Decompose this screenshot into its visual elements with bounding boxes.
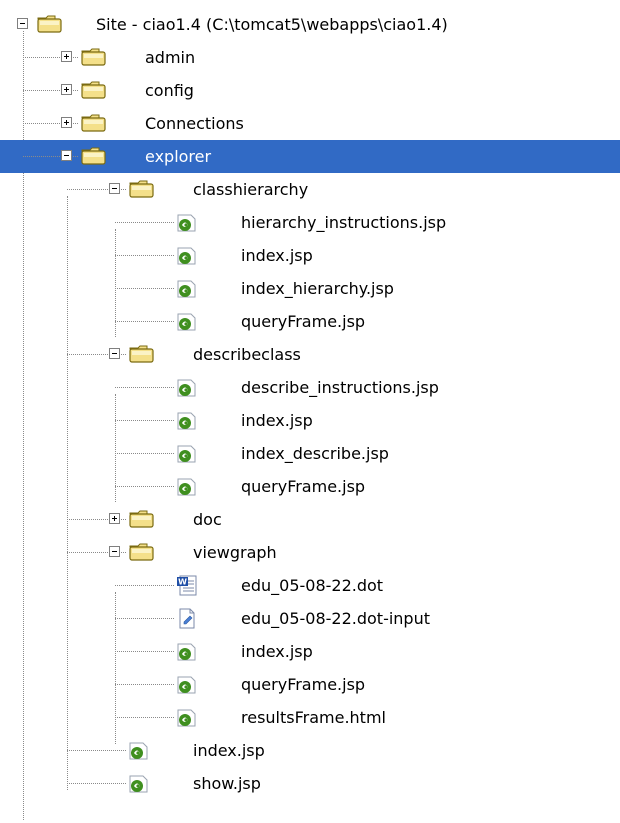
tree-connector-line (67, 783, 126, 784)
tree-node-label: resultsFrame.html (241, 708, 386, 727)
collapse-minus-icon[interactable] (109, 183, 120, 194)
folder-icon (80, 112, 108, 134)
tree-connector-line (115, 453, 174, 454)
tree-node-label: Site - ciao1.4 (C:\tomcat5\webapps\ciao1… (96, 15, 448, 34)
tree-node-label: edu_05-08-22.dot (241, 576, 384, 595)
tree-node-label: queryFrame.jsp (241, 675, 366, 694)
collapse-minus-icon[interactable] (17, 18, 28, 29)
file-node-queryframe-jsp[interactable]: queryFrame.jsp (0, 470, 620, 503)
tree-node-label: index_hierarchy.jsp (241, 279, 394, 298)
tree-node-label: index.jsp (241, 246, 313, 265)
tree-connector-line (115, 618, 174, 619)
file-node-show-jsp[interactable]: show.jsp (0, 767, 620, 800)
tree-connector-line (115, 222, 174, 223)
jsp-file-icon (176, 277, 198, 299)
jsp-file-icon (128, 772, 150, 794)
file-node-hierarchy-instructions-jsp[interactable]: hierarchy_instructions.jsp (0, 206, 620, 239)
jsp-file-icon (176, 244, 198, 266)
jsp-file-icon (176, 376, 198, 398)
expand-plus-icon[interactable] (61, 117, 72, 128)
tree-connector-line (115, 651, 174, 652)
tree-node-label: edu_05-08-22.dot-input (241, 609, 430, 628)
expand-plus-icon[interactable] (109, 513, 120, 524)
folder-icon (128, 343, 156, 365)
tree-node-label: index.jsp (241, 411, 313, 430)
word-document-icon: W (176, 574, 200, 596)
folder-icon (128, 178, 156, 200)
tree-node-label: viewgraph (193, 543, 277, 562)
jsp-file-icon (176, 310, 198, 332)
tree-node-label: describeclass (193, 345, 301, 364)
jsp-file-icon (176, 706, 198, 728)
tree-node-label: show.jsp (193, 774, 261, 793)
file-node-index-jsp[interactable]: index.jsp (0, 239, 620, 272)
tree-node-label: doc (193, 510, 222, 529)
file-node-index-describe-jsp[interactable]: index_describe.jsp (0, 437, 620, 470)
folder-node-classhierarchy[interactable]: classhierarchy (0, 173, 620, 206)
tree-connector-line (67, 750, 126, 751)
folder-icon (128, 541, 156, 563)
tree-connector-line (115, 420, 174, 421)
jsp-file-icon (176, 640, 198, 662)
file-tree: Site - ciao1.4 (C:\tomcat5\webapps\ciao1… (0, 0, 620, 823)
expand-plus-icon[interactable] (61, 51, 72, 62)
folder-node-admin[interactable]: admin (0, 41, 620, 74)
folder-node-site-ciao1-4-c-tomcat5-webapps-ciao1-4[interactable]: Site - ciao1.4 (C:\tomcat5\webapps\ciao1… (0, 8, 620, 41)
tree-node-label: index.jsp (193, 741, 265, 760)
tree-connector-line (115, 288, 174, 289)
tree-node-label: describe_instructions.jsp (241, 378, 439, 397)
tree-connector-line (115, 486, 174, 487)
collapse-minus-icon[interactable] (61, 150, 72, 161)
tree-connector-line (115, 717, 174, 718)
tree-node-label: index_describe.jsp (241, 444, 389, 463)
text-document-icon (176, 607, 198, 629)
file-node-queryframe-jsp[interactable]: queryFrame.jsp (0, 668, 620, 701)
jsp-file-icon (176, 211, 198, 233)
tree-node-label: classhierarchy (193, 180, 309, 199)
jsp-file-icon (176, 475, 198, 497)
tree-node-label: index.jsp (241, 642, 313, 661)
folder-icon (80, 79, 108, 101)
collapse-minus-icon[interactable] (109, 546, 120, 557)
tree-node-label: Connections (145, 114, 244, 133)
tree-node-label: admin (145, 48, 196, 67)
expand-plus-icon[interactable] (61, 84, 72, 95)
file-node-edu-05-08-22-dot[interactable]: W edu_05-08-22.dot (0, 569, 620, 602)
file-node-index-jsp[interactable]: index.jsp (0, 404, 620, 437)
jsp-file-icon (176, 673, 198, 695)
site-folder-icon (36, 13, 64, 35)
folder-node-describeclass[interactable]: describeclass (0, 338, 620, 371)
tree-node-label: hierarchy_instructions.jsp (241, 213, 447, 232)
tree-connector-line (115, 255, 174, 256)
jsp-file-icon (176, 442, 198, 464)
svg-text:W: W (178, 578, 187, 587)
tree-node-label: queryFrame.jsp (241, 477, 366, 496)
folder-icon (80, 46, 108, 68)
file-node-queryframe-jsp[interactable]: queryFrame.jsp (0, 305, 620, 338)
collapse-minus-icon[interactable] (109, 348, 120, 359)
tree-node-label: explorer (145, 147, 212, 166)
tree-connector-line (115, 321, 174, 322)
tree-connector-line (115, 387, 174, 388)
folder-node-connections[interactable]: Connections (0, 107, 620, 140)
file-node-index-hierarchy-jsp[interactable]: index_hierarchy.jsp (0, 272, 620, 305)
folder-icon (80, 145, 108, 167)
file-node-index-jsp[interactable]: index.jsp (0, 635, 620, 668)
folder-icon (128, 508, 156, 530)
folder-node-explorer[interactable]: explorer (0, 140, 620, 173)
jsp-file-icon (128, 739, 150, 761)
file-node-index-jsp[interactable]: index.jsp (0, 734, 620, 767)
folder-node-config[interactable]: config (0, 74, 620, 107)
jsp-file-icon (176, 409, 198, 431)
tree-node-label: queryFrame.jsp (241, 312, 366, 331)
file-node-describe-instructions-jsp[interactable]: describe_instructions.jsp (0, 371, 620, 404)
file-node-edu-05-08-22-dot-input[interactable]: edu_05-08-22.dot-input (0, 602, 620, 635)
tree-connector-line (115, 585, 174, 586)
folder-node-viewgraph[interactable]: viewgraph (0, 536, 620, 569)
tree-connector-line (115, 684, 174, 685)
tree-node-label: config (145, 81, 194, 100)
folder-node-doc[interactable]: doc (0, 503, 620, 536)
file-node-resultsframe-html[interactable]: resultsFrame.html (0, 701, 620, 734)
